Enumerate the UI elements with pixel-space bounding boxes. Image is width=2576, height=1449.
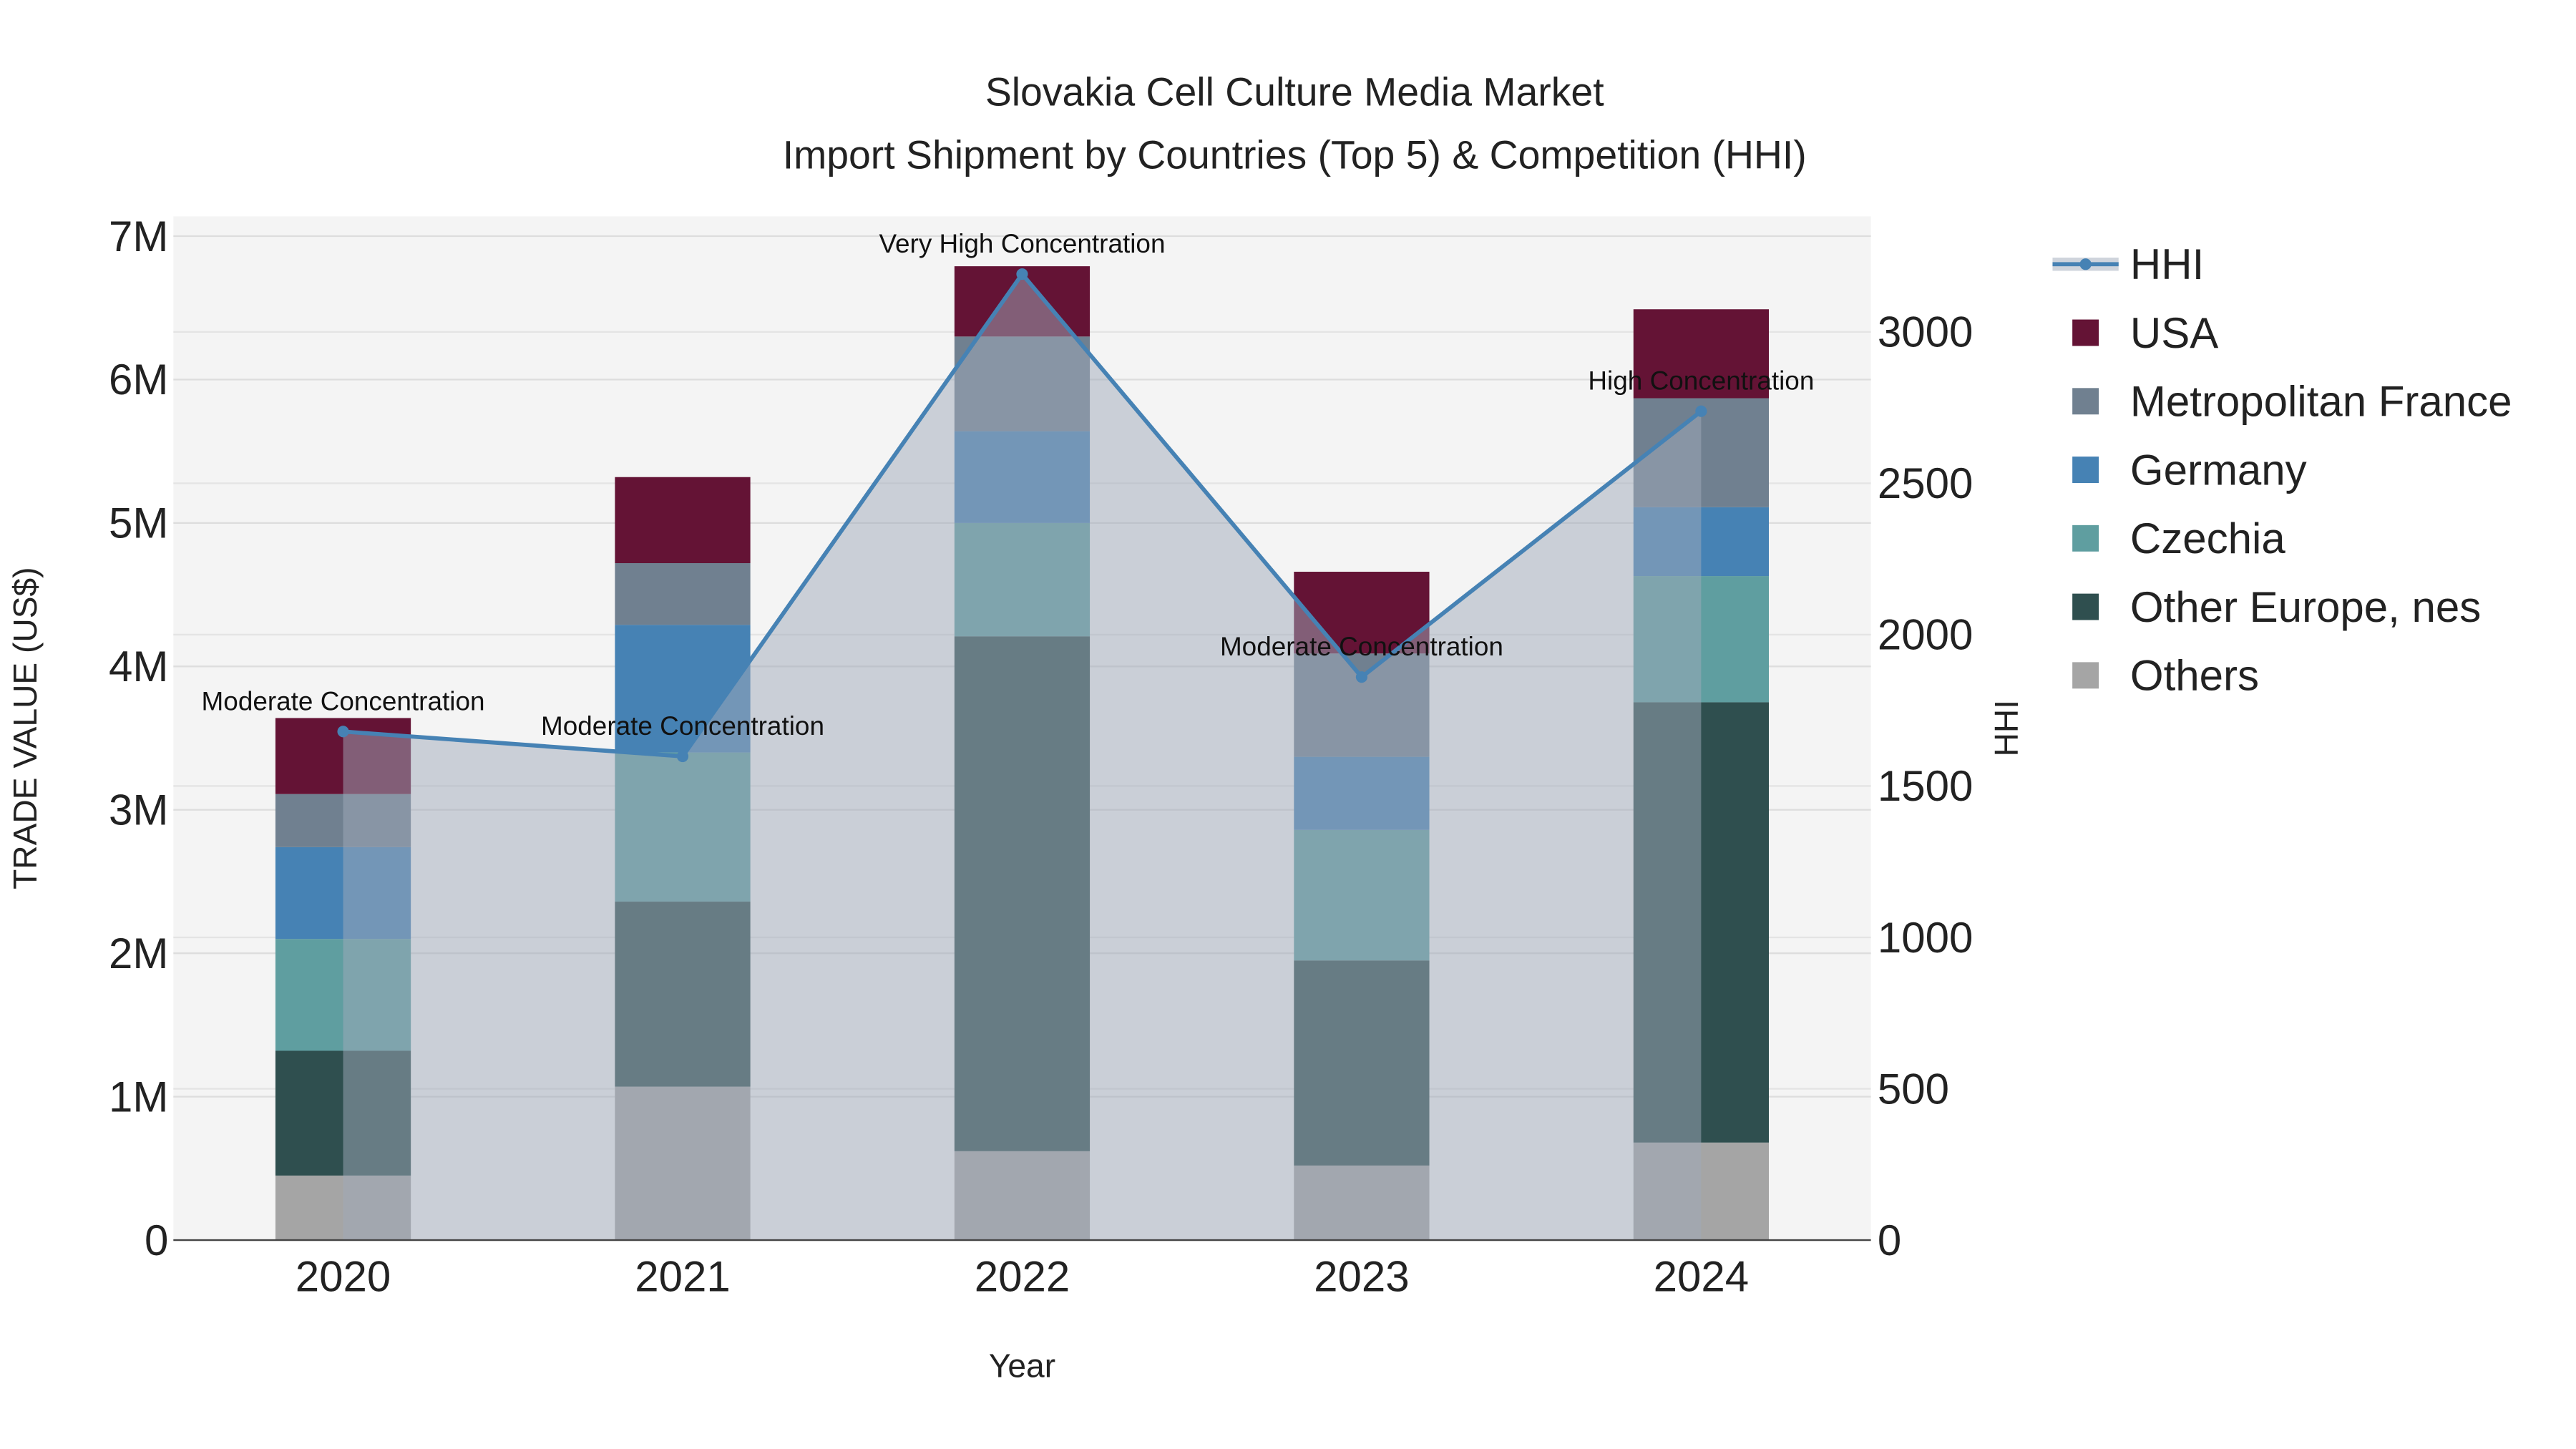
y2-tick-label: 1500 [1878,762,1973,810]
y2-tick-label: 0 [1878,1216,1901,1264]
hhi-point-2024 [1695,405,1707,417]
chart-title: Slovakia Cell Culture Media Market [985,70,1604,114]
chart-subtitle: Import Shipment by Countries (Top 5) & C… [783,132,1807,177]
y-tick-label: 1M [109,1073,168,1121]
hhi-point-2022 [1016,268,1028,280]
y2-tick-label: 2000 [1878,611,1973,659]
hhi-annotation: Moderate Concentration [1220,632,1503,661]
y2-tick-label: 2500 [1878,459,1973,507]
legend-swatch [2072,593,2099,620]
x-axis-ticks: 2020 2021 2022 2023 2024 [296,1253,1749,1301]
y2-tick-label: 3000 [1878,308,1973,356]
legend-label: USA [2130,309,2218,357]
legend-label: HHI [2130,240,2204,288]
y-axis-label: TRADE VALUE (US$) [6,567,44,889]
hhi-annotation: Moderate Concentration [202,686,485,716]
x-tick-label: 2022 [975,1253,1070,1301]
x-tick-label: 2023 [1314,1253,1409,1301]
legend-swatch [2072,319,2099,346]
hhi-annotation: High Concentration [1588,366,1814,396]
legend-swatch [2072,662,2099,689]
legend-label: Germany [2130,446,2307,494]
legend-label: Other Europe, nes [2130,583,2481,631]
x-tick-label: 2024 [1654,1253,1749,1301]
hhi-point-2020 [337,726,349,738]
x-tick-label: 2021 [635,1253,730,1301]
legend-swatch [2072,457,2099,483]
y2-tick-label: 1000 [1878,914,1973,962]
y-tick-label: 5M [109,499,168,547]
hhi-annotation: Very High Concentration [879,229,1165,258]
legend-label: Czechia [2130,514,2285,562]
legend-hhi-marker [2079,258,2092,270]
legend: HHI USA Metropolitan France Germany Czechia O… [2052,240,2512,700]
legend-swatch [2072,388,2099,415]
y-axis-ticks: 0 1M 2M 3M 4M 5M 6M 7M [109,213,168,1264]
y2-axis-ticks: 0 500 1000 1500 2000 2500 3000 [1878,308,1973,1264]
legend-swatch [2072,525,2099,552]
bar-usa-2021 [615,477,751,564]
hhi-point-2021 [676,750,689,763]
x-axis-label: Year [989,1347,1055,1385]
y2-tick-label: 500 [1878,1065,1949,1113]
y-tick-label: 6M [109,356,168,404]
legend-label: Metropolitan France [2130,378,2512,426]
hhi-annotation: Moderate Concentration [541,711,824,741]
y-tick-label: 0 [145,1216,168,1264]
y-tick-label: 3M [109,786,168,834]
hhi-point-2023 [1355,671,1367,683]
y2-axis-label: HHI [1988,700,2025,756]
legend-label: Others [2130,652,2259,700]
y-tick-label: 7M [109,213,168,260]
x-tick-label: 2020 [296,1253,391,1301]
bar-metropolitan-france-2021 [615,563,751,625]
chart: Moderate Concentration Moderate Concentra… [6,70,2512,1385]
y-tick-label: 4M [109,643,168,691]
y-tick-label: 2M [109,930,168,977]
